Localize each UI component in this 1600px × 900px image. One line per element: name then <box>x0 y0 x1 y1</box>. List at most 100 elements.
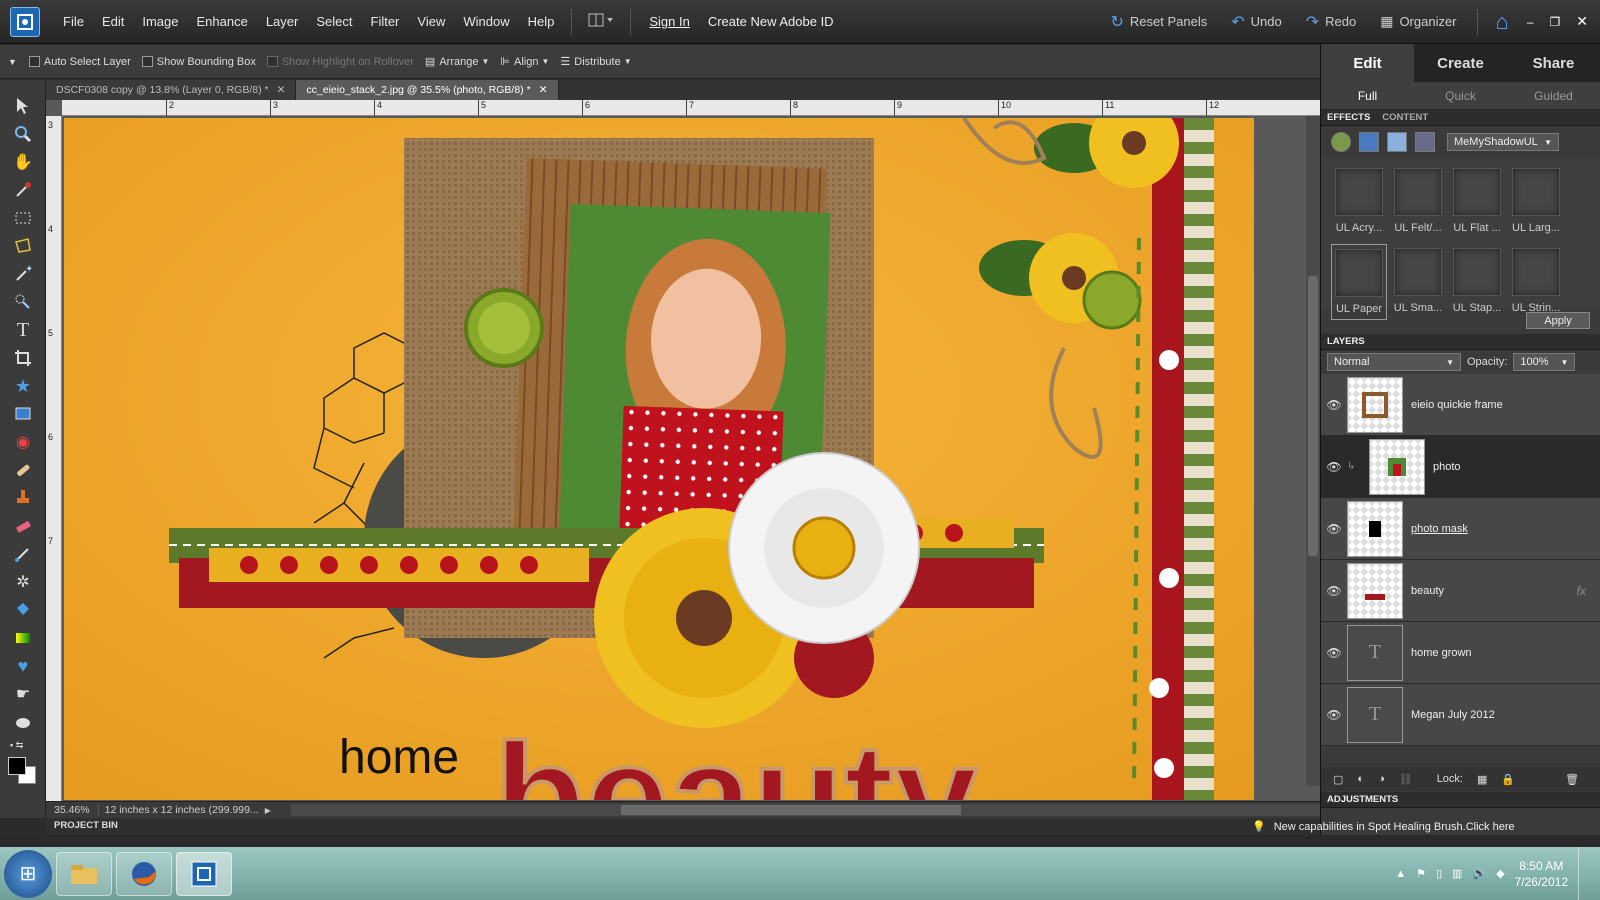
style-settings-icon[interactable] <box>1415 132 1435 152</box>
default-colors-icon[interactable]: ▪ ⇆ <box>0 736 46 754</box>
move-tool-icon[interactable] <box>0 92 46 120</box>
menu-filter[interactable]: Filter <box>362 14 409 29</box>
filters-icon[interactable] <box>1331 132 1351 152</box>
effect-thumb[interactable]: UL Paper <box>1331 244 1387 320</box>
bounding-box-checkbox[interactable]: Show Bounding Box <box>141 56 256 68</box>
paint-bucket-tool-icon[interactable] <box>0 596 46 624</box>
visibility-eye-icon[interactable]: 👁 <box>1321 522 1347 536</box>
marquee-tool-icon[interactable] <box>0 204 46 232</box>
tab-create[interactable]: Create <box>1414 44 1507 82</box>
explorer-taskbar-icon[interactable] <box>56 851 112 896</box>
layer-styles-icon[interactable] <box>1359 132 1379 152</box>
align-dropdown[interactable]: ⊫ Align ▼ <box>500 55 549 69</box>
effect-thumb[interactable]: UL Sma... <box>1390 244 1446 320</box>
sign-in-link[interactable]: Sign In <box>639 14 699 29</box>
menu-window[interactable]: Window <box>454 14 518 29</box>
scroll-thumb[interactable] <box>620 805 961 815</box>
hand-tool-icon[interactable]: ✋ <box>0 148 46 176</box>
scrapbook-page[interactable]: home beauty <box>64 118 1254 800</box>
style-library-select[interactable]: MeMyShadowUL ▼ <box>1447 133 1559 151</box>
arrange-dropdown[interactable]: ▤ Arrange ▼ <box>425 55 489 69</box>
zoom-level[interactable]: 35.46% <box>46 804 99 816</box>
layer-style-fx-icon[interactable]: fx <box>1577 584 1586 598</box>
close-icon[interactable]: ✕ <box>539 80 548 100</box>
tab-share[interactable]: Share <box>1507 44 1600 82</box>
tab-edit[interactable]: Edit <box>1321 44 1414 82</box>
layer-row[interactable]: 👁 T Megan July 2012 <box>1321 684 1600 746</box>
tab-content[interactable]: CONTENT <box>1382 112 1428 123</box>
type-tool-icon[interactable]: T <box>0 316 46 344</box>
scroll-thumb[interactable] <box>1308 276 1318 556</box>
effect-thumb[interactable]: UL Strin... <box>1508 244 1564 320</box>
menu-file[interactable]: File <box>54 14 93 29</box>
color-swatches[interactable] <box>0 754 46 788</box>
photoshop-elements-taskbar-icon[interactable] <box>176 851 232 896</box>
menu-image[interactable]: Image <box>133 14 187 29</box>
menu-layer[interactable]: Layer <box>257 14 308 29</box>
menu-edit[interactable]: Edit <box>93 14 133 29</box>
tab-effects[interactable]: EFFECTS <box>1327 112 1370 123</box>
start-button[interactable]: ⊞ <box>4 849 52 898</box>
gradient-tool-icon[interactable] <box>0 624 46 652</box>
undo-button[interactable]: ↶ Undo <box>1219 12 1293 32</box>
lasso-tool-icon[interactable] <box>0 232 46 260</box>
options-menu-arrow-icon[interactable]: ▼ <box>0 57 29 67</box>
visibility-eye-icon[interactable]: 👁 <box>1321 460 1347 474</box>
redo-button[interactable]: ↷ Redo <box>1294 12 1368 32</box>
status-menu-arrow-icon[interactable]: ▶ <box>265 806 271 815</box>
restore-window-icon[interactable]: ❐ <box>1542 15 1569 29</box>
eraser-tool-icon[interactable] <box>0 512 46 540</box>
show-desktop-button[interactable] <box>1578 847 1590 900</box>
tab-quick[interactable]: Quick <box>1414 82 1507 109</box>
red-eye-tool-icon[interactable]: ◉ <box>0 428 46 456</box>
menu-select[interactable]: Select <box>307 14 361 29</box>
clock[interactable]: 8:50 AM 7/26/2012 <box>1515 858 1568 890</box>
photo-effects-icon[interactable] <box>1387 132 1407 152</box>
visibility-eye-icon[interactable]: 👁 <box>1321 584 1347 598</box>
effect-thumb[interactable]: UL Larg... <box>1508 164 1564 240</box>
menu-enhance[interactable]: Enhance <box>188 14 257 29</box>
recompose-tool-icon[interactable] <box>0 400 46 428</box>
sponge-tool-icon[interactable] <box>0 708 46 736</box>
organizer-button[interactable]: ▦ Organizer <box>1368 13 1468 30</box>
foreground-color-swatch[interactable] <box>8 757 26 775</box>
close-icon[interactable]: ✕ <box>277 80 286 100</box>
highlight-rollover-checkbox[interactable]: Show Highlight on Rollover <box>266 56 414 68</box>
horizontal-scrollbar[interactable] <box>290 804 1320 816</box>
blur-tool-icon[interactable]: ☛ <box>0 680 46 708</box>
adjustment-layer-icon[interactable]: ◐ <box>1357 773 1364 785</box>
clone-stamp-tool-icon[interactable] <box>0 484 46 512</box>
adjustments-panel-header[interactable]: ADJUSTMENTS <box>1321 792 1600 808</box>
layer-row[interactable]: 👁 ↳ photo <box>1321 436 1600 498</box>
layer-row[interactable]: 👁 photo mask <box>1321 498 1600 560</box>
auto-select-checkbox[interactable]: Auto Select Layer <box>28 56 131 68</box>
reset-panels-button[interactable]: ↻ Reset Panels <box>1099 12 1220 32</box>
crop-tool-icon[interactable] <box>0 344 46 372</box>
home-icon[interactable]: ⌂ <box>1486 9 1519 35</box>
distribute-dropdown[interactable]: ☰ Distribute ▼ <box>560 55 631 69</box>
beauty-text[interactable]: beauty <box>492 710 979 800</box>
effect-thumb[interactable]: UL Flat ... <box>1449 164 1505 240</box>
layer-row[interactable]: 👁 beauty fx <box>1321 560 1600 622</box>
zoom-tool-icon[interactable] <box>0 120 46 148</box>
hint-message[interactable]: 💡 New capabilities in Spot Healing Brush… <box>1252 820 1515 834</box>
shape-tool-icon[interactable]: ♥ <box>0 652 46 680</box>
apply-button[interactable]: Apply <box>1526 312 1590 329</box>
network-icon[interactable]: ▥ <box>1452 867 1462 880</box>
spot-healing-tool-icon[interactable] <box>0 456 46 484</box>
vertical-scrollbar[interactable] <box>1306 116 1320 786</box>
home-text[interactable]: home <box>339 731 459 784</box>
link-layers-icon[interactable]: ⛓ <box>1399 773 1413 786</box>
magic-wand-tool-icon[interactable]: ✦ <box>0 260 46 288</box>
visibility-eye-icon[interactable]: 👁 <box>1321 708 1347 722</box>
brush-tool-icon[interactable] <box>0 540 46 568</box>
show-hidden-icons-icon[interactable]: ▲ <box>1395 868 1406 880</box>
create-id-link[interactable]: Create New Adobe ID <box>700 14 842 29</box>
visibility-eye-icon[interactable]: 👁 <box>1321 646 1347 660</box>
firefox-taskbar-icon[interactable] <box>116 851 172 896</box>
layout-grid-icon[interactable] <box>580 12 622 31</box>
layer-row[interactable]: 👁 T home grown <box>1321 622 1600 684</box>
cookie-cutter-tool-icon[interactable]: ★ <box>0 372 46 400</box>
doc-tab-1[interactable]: DSCF0308 copy @ 13.8% (Layer 0, RGB/8) *… <box>46 80 297 100</box>
lock-all-icon[interactable]: 🔒 <box>1501 773 1515 786</box>
